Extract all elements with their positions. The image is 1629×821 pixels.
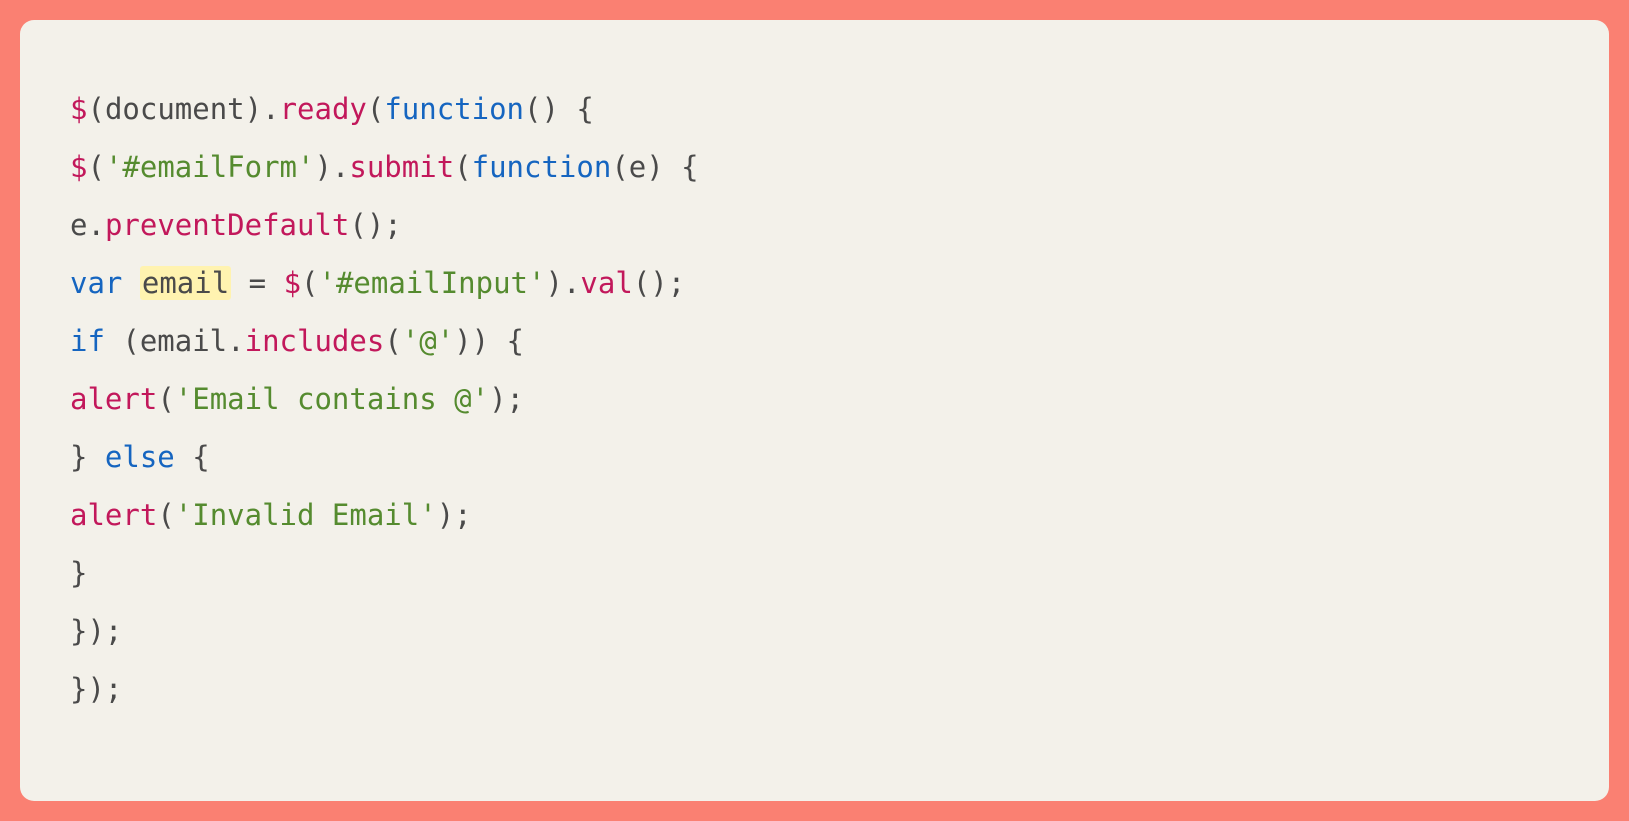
code-token: document <box>105 92 245 126</box>
code-token: 'Email contains @' <box>175 382 489 416</box>
code-token: val <box>580 266 632 300</box>
code-token: } <box>70 556 87 590</box>
code-token: }); <box>70 672 122 706</box>
code-token: ) <box>545 266 562 300</box>
code-line: if (email.includes('@')) { <box>70 324 524 358</box>
code-token: . <box>563 266 580 300</box>
code-token: function <box>384 92 524 126</box>
code-token: '@' <box>402 324 454 358</box>
code-line: $('#emailForm').submit(function(e) { <box>70 150 699 184</box>
code-token: ( <box>105 324 140 358</box>
code-line: $(document).ready(function() { <box>70 92 594 126</box>
code-token: e <box>70 208 87 242</box>
code-token: { <box>559 92 594 126</box>
code-token: ); <box>437 498 472 532</box>
code-token: $ <box>284 266 301 300</box>
code-token: . <box>332 150 349 184</box>
code-token: includes <box>245 324 385 358</box>
code-line: var email = $('#emailInput').val(); <box>70 266 685 300</box>
code-token: { <box>489 324 524 358</box>
code-token: var <box>70 266 122 300</box>
code-token: . <box>227 324 244 358</box>
code-token: ready <box>280 92 367 126</box>
code-token: '#emailForm' <box>105 150 315 184</box>
code-token: email <box>140 324 227 358</box>
code-token: alert <box>70 382 157 416</box>
code-token: $ <box>70 92 87 126</box>
code-token: ( <box>157 382 174 416</box>
code-token: ( <box>367 92 384 126</box>
code-token: ) <box>245 92 262 126</box>
code-token: function <box>472 150 612 184</box>
code-token: ) <box>646 150 663 184</box>
code-token: ( <box>611 150 628 184</box>
code-token: ( <box>87 150 104 184</box>
code-line: }); <box>70 614 122 648</box>
code-token: ( <box>301 266 318 300</box>
code-token: ) <box>314 150 331 184</box>
code-token: . <box>87 208 104 242</box>
code-token: ( <box>157 498 174 532</box>
code-token: ( <box>454 150 471 184</box>
code-line: } <box>70 556 87 590</box>
code-token: ); <box>489 382 524 416</box>
code-token: }); <box>70 614 122 648</box>
code-token: { <box>664 150 699 184</box>
code-line: alert('Email contains @'); <box>70 382 524 416</box>
code-line: } else { <box>70 440 210 474</box>
code-token: ( <box>384 324 401 358</box>
code-block-panel: $(document).ready(function() { $('#email… <box>20 20 1609 801</box>
code-token: '#emailInput' <box>319 266 546 300</box>
code-block-frame: $(document).ready(function() { $('#email… <box>0 0 1629 821</box>
code-token: if <box>70 324 105 358</box>
code-line: alert('Invalid Email'); <box>70 498 472 532</box>
code-token: (); <box>349 208 401 242</box>
code-token: $ <box>70 150 87 184</box>
code-token: e <box>629 150 646 184</box>
code-line: }); <box>70 672 122 706</box>
code-token: { <box>175 440 210 474</box>
code-token <box>122 266 139 300</box>
code-token: preventDefault <box>105 208 349 242</box>
code-token: alert <box>70 498 157 532</box>
code-token: submit <box>349 150 454 184</box>
code-token: } <box>70 440 105 474</box>
code-token: email <box>140 266 231 300</box>
code-token: )) <box>454 324 489 358</box>
code-content: $(document).ready(function() { $('#email… <box>70 80 1559 718</box>
code-token: ( <box>87 92 104 126</box>
code-token: else <box>105 440 175 474</box>
code-token: () <box>524 92 559 126</box>
code-token: . <box>262 92 279 126</box>
code-token: = <box>231 266 283 300</box>
code-line: e.preventDefault(); <box>70 208 402 242</box>
code-token: 'Invalid Email' <box>175 498 437 532</box>
code-token: (); <box>633 266 685 300</box>
